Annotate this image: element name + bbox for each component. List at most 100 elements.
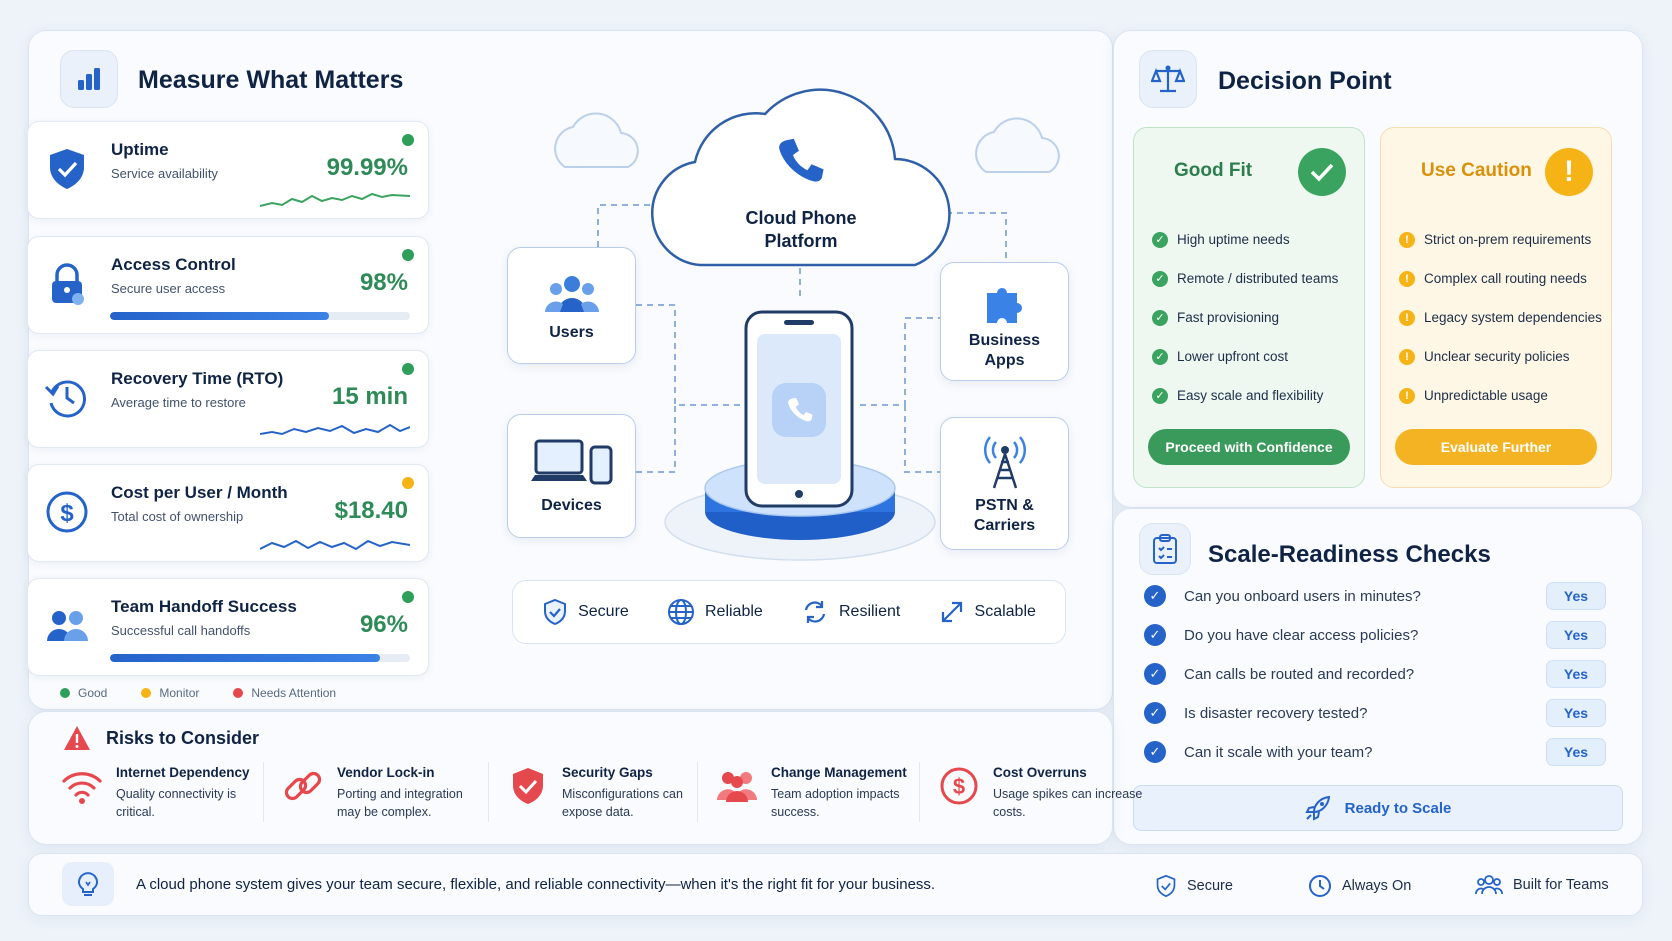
metric-title: Recovery Time (RTO) (111, 369, 284, 388)
footer-tag-teams-label: Built for Teams (1513, 877, 1609, 893)
risk-item: Internet Dependency Quality connectivity … (60, 758, 270, 826)
risk-title: Vendor Lock-in (337, 765, 435, 780)
metric-card-cost-per-user[interactable]: $ Cost per User / Month Total cost of owne… (27, 464, 429, 562)
check-circle-icon: ✓ (1144, 741, 1166, 763)
footer-tag-built-for-teams: Built for Teams (1475, 874, 1609, 896)
node-business-apps[interactable]: Business Apps (940, 262, 1069, 381)
check-answer-badge[interactable]: Yes (1546, 738, 1606, 766)
metric-card-team-handoff[interactable]: Team Handoff Success Successful call hand… (27, 578, 429, 676)
metric-card-access-control[interactable]: Access Control Secure user access 98% (27, 236, 429, 334)
risk-desc: Porting and integration may be complex. (337, 787, 463, 819)
uptime-icon (44, 146, 90, 192)
antenna-tower-icon (983, 436, 1026, 489)
warning-icon: ! (1399, 387, 1415, 404)
good-fit-item: ✓ Remote / distributed teams (1152, 259, 1338, 298)
ready-to-scale-button[interactable]: Ready to Scale (1133, 785, 1623, 831)
caution-item: ! Unclear security policies (1399, 337, 1602, 376)
pillar-scalable: Scalable (939, 599, 1036, 625)
good-fit-item: ✓ Fast provisioning (1152, 298, 1338, 337)
risk-desc: Misconfigurations can expose data. (562, 787, 683, 819)
metric-subtitle: Average time to restore (111, 395, 246, 410)
uptime-sparkline (260, 192, 410, 207)
risk-divider (488, 762, 489, 822)
check-answer-badge[interactable]: Yes (1546, 621, 1606, 649)
pillar-scalable-label: Scalable (974, 603, 1036, 620)
risk-desc: Usage spikes can increase costs. (993, 787, 1143, 819)
status-dot (402, 363, 414, 375)
risk-item: $ Cost Overruns Usage spikes can increase … (937, 758, 1147, 826)
node-pstn-label: PSTN & Carriers (973, 497, 1036, 534)
node-pstn-carriers[interactable]: PSTN & Carriers (940, 417, 1069, 550)
metric-value: 99.99% (326, 154, 408, 181)
metric-card-uptime[interactable]: Uptime Service availability 99.99% (27, 121, 429, 219)
users-icon (544, 276, 599, 312)
risk-title: Cost Overruns (993, 765, 1087, 780)
footer-tag-always-on-label: Always On (1342, 878, 1412, 894)
risk-title: Change Management (771, 765, 907, 780)
check-icon: ✓ (1152, 309, 1168, 326)
metric-progress-bar (110, 312, 410, 320)
status-dot (402, 591, 414, 603)
check-icon: ✓ (1152, 270, 1168, 287)
use-caution-card: Use Caution ! ! Strict on-prem requiremen… (1380, 127, 1612, 488)
footer-tag-secure-label: Secure (1187, 878, 1233, 894)
proceed-button[interactable]: Proceed with Confidence (1148, 429, 1350, 465)
good-fit-item: ✓ Lower upfront cost (1152, 337, 1338, 376)
phone-screen-icon (785, 396, 813, 424)
risk-title: Internet Dependency (116, 765, 250, 780)
caution-item: ! Unpredictable usage (1399, 376, 1602, 415)
decision-title: Decision Point (1218, 67, 1392, 95)
good-fit-item: ✓ High uptime needs (1152, 220, 1338, 259)
wifi-icon (60, 764, 104, 808)
node-devices-label: Devices (541, 497, 602, 514)
ready-to-scale-label: Ready to Scale (1344, 799, 1452, 817)
check-question: Can you onboard users in minutes? (1184, 587, 1421, 605)
caution-title: Use Caution (1421, 160, 1532, 181)
pillar-reliable-label: Reliable (704, 603, 763, 620)
metric-title: Access Control (111, 255, 236, 274)
recovery-time-icon (44, 375, 90, 421)
metric-subtitle: Secure user access (111, 281, 226, 296)
metric-progress-bar (110, 654, 410, 662)
link-icon (281, 764, 325, 808)
warning-triangle-icon (62, 724, 92, 752)
metric-title: Team Handoff Success (111, 597, 297, 616)
caution-item-label: Unpredictable usage (1424, 388, 1548, 403)
bar-chart-icon (60, 50, 118, 108)
node-users[interactable]: Users (507, 247, 636, 364)
caution-list: ! Strict on-prem requirements! Complex cal… (1399, 220, 1602, 415)
warning-icon: ! (1399, 309, 1415, 326)
readiness-check-row: ✓ Can calls be routed and recorded? Yes (1144, 658, 1606, 690)
pillar-resilient: Resilient (801, 598, 900, 626)
access-control-icon (44, 261, 90, 307)
metric-value: $18.40 (334, 497, 408, 524)
risk-item: Security Gaps Misconfigurations can expos… (506, 758, 716, 826)
node-devices[interactable]: Devices (507, 414, 636, 538)
legend-good: Good (78, 686, 108, 700)
check-answer-badge[interactable]: Yes (1546, 582, 1606, 610)
check-answer-badge[interactable]: Yes (1546, 660, 1606, 688)
check-question: Can calls be routed and recorded? (1184, 665, 1415, 683)
good-fit-card: Good Fit ✓ High uptime needs ✓ Remote / dis… (1133, 127, 1365, 488)
check-answer-badge[interactable]: Yes (1546, 699, 1606, 727)
legend-attention: Needs Attention (251, 686, 337, 700)
pillar-secure-label: Secure (578, 603, 629, 620)
caution-item: ! Strict on-prem requirements (1399, 220, 1602, 259)
footer-message: A cloud phone system gives your team sec… (136, 876, 936, 893)
good-fit-item-label: Remote / distributed teams (1177, 271, 1339, 286)
warning-badge-icon: ! (1545, 148, 1593, 196)
readiness-check-row: ✓ Is disaster recovery tested? Yes (1144, 697, 1606, 729)
footer-tag-secure: Secure (1155, 874, 1233, 898)
caution-item-label: Legacy system dependencies (1424, 310, 1602, 325)
metric-title: Cost per User / Month (111, 483, 288, 502)
evaluate-button[interactable]: Evaluate Further (1395, 429, 1597, 465)
check-question: Is disaster recovery tested? (1184, 704, 1368, 722)
warning-icon: ! (1399, 348, 1415, 365)
footer-tag-always-on: Always On (1308, 874, 1411, 898)
node-users-label: Users (549, 324, 594, 341)
good-fit-item-label: Lower upfront cost (1177, 349, 1289, 364)
risk-desc: Quality connectivity is critical. (116, 787, 237, 819)
metric-card-recovery-time[interactable]: Recovery Time (RTO) Average time to resto… (27, 350, 429, 448)
dollar-icon: $ (937, 764, 981, 808)
pillar-secure: Secure (542, 598, 629, 626)
